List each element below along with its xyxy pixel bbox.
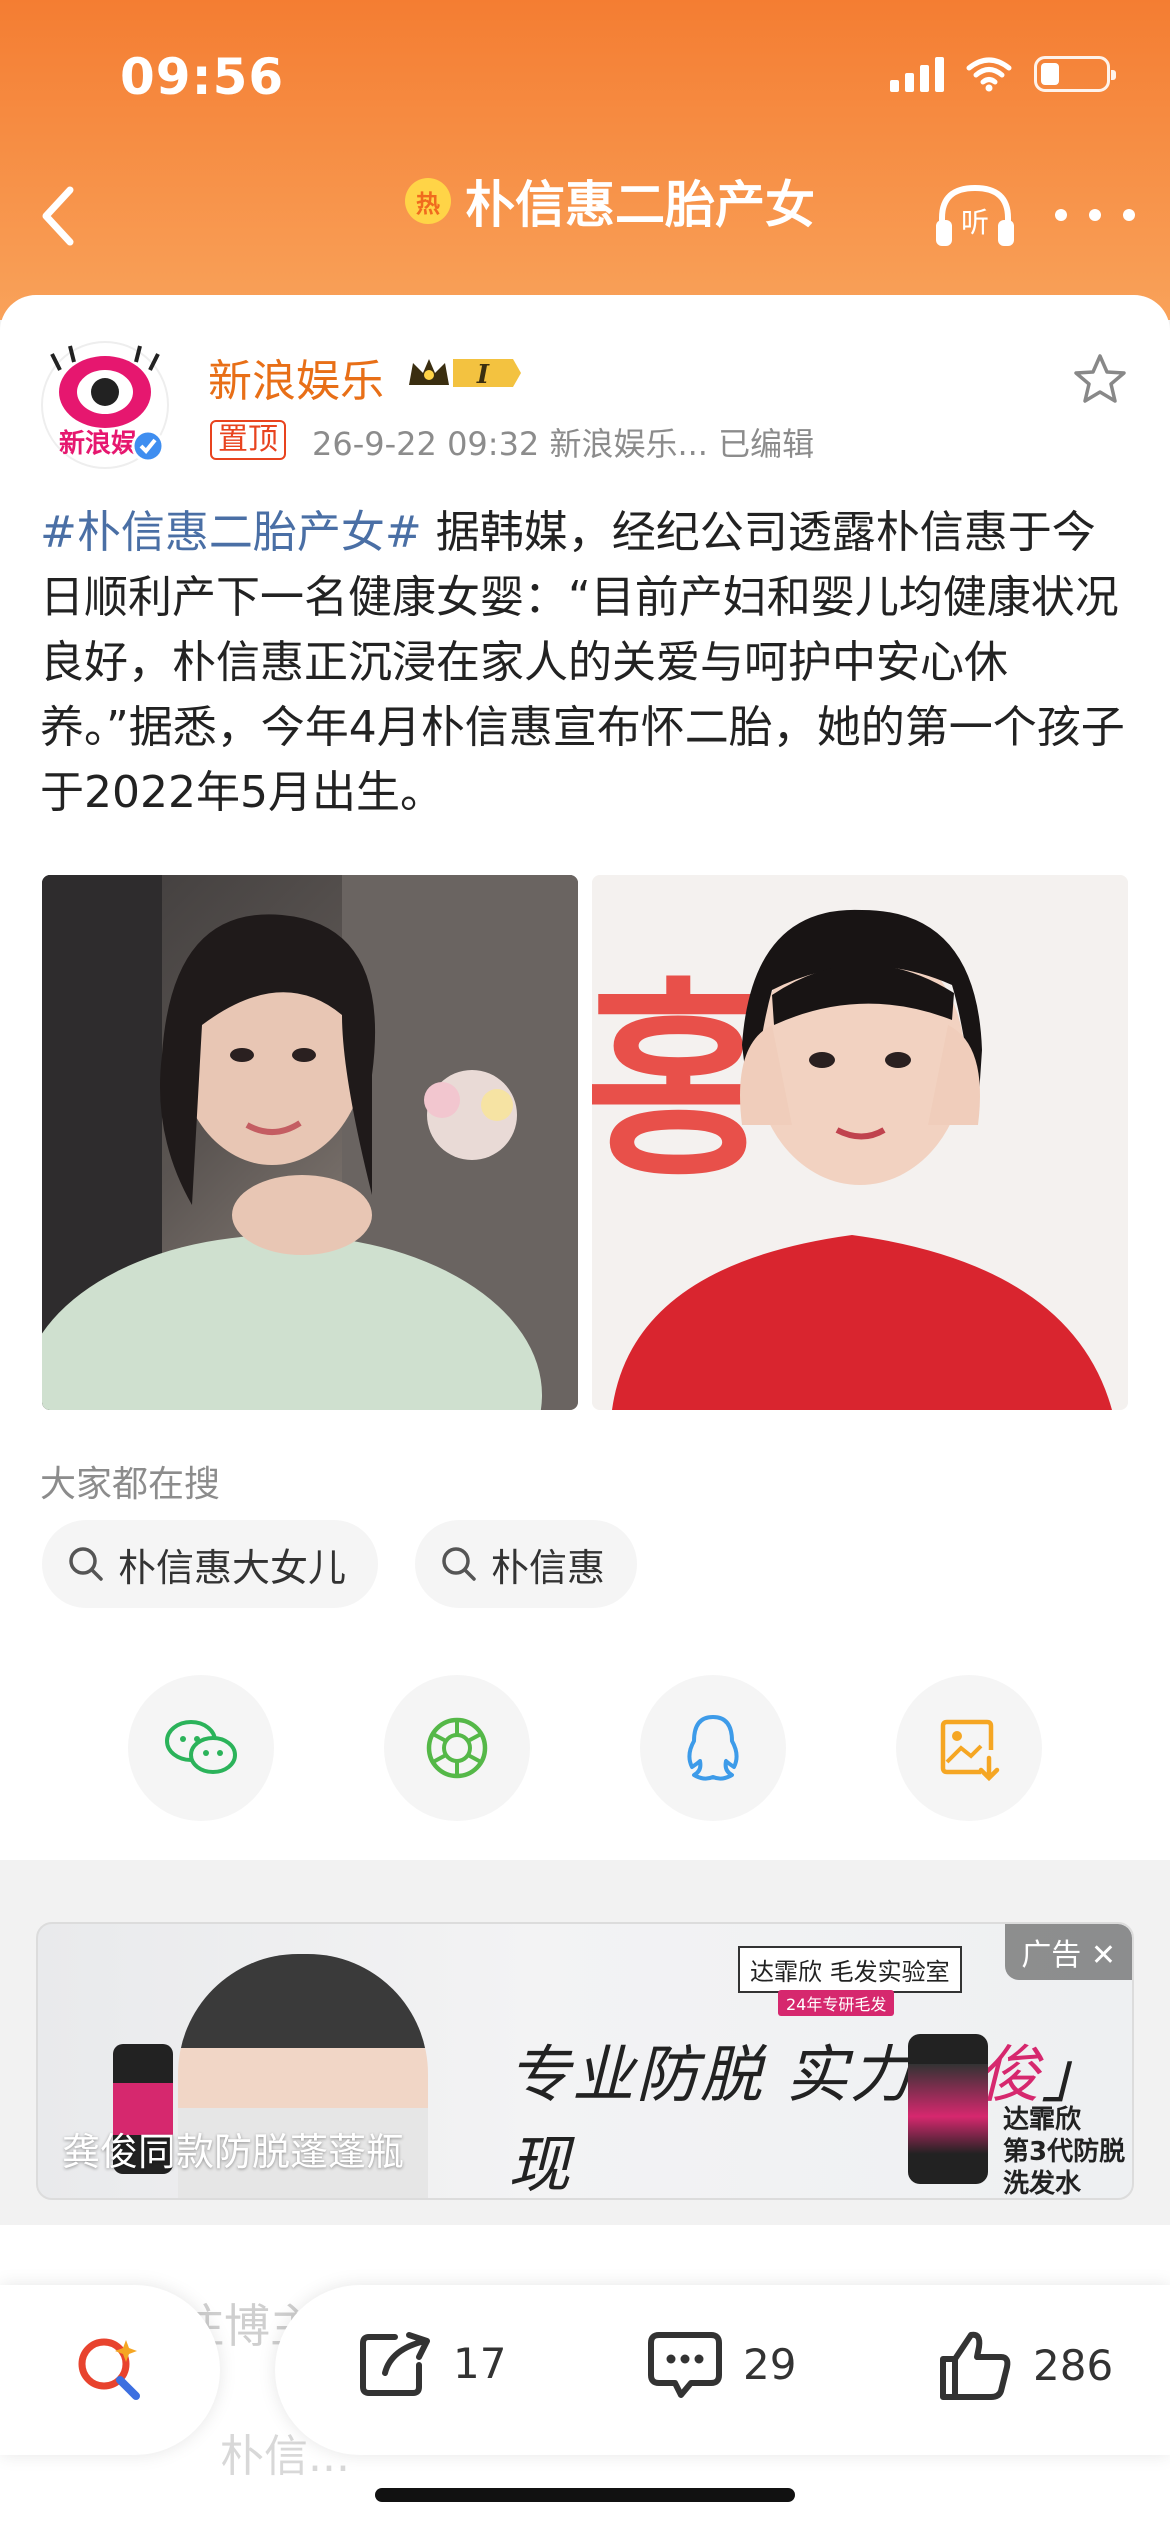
post-photo-2[interactable]: 홍 xyxy=(592,875,1128,1410)
battery-icon xyxy=(1034,56,1116,92)
avatar-text: 新浪娱 xyxy=(59,428,138,459)
comment-button[interactable]: 29 xyxy=(645,2327,796,2401)
thumbs-up-icon xyxy=(940,2331,1011,2400)
photo-2-illustration: 홍 xyxy=(592,875,1128,1410)
share-wechat-button[interactable] xyxy=(128,1675,274,1821)
repost-button[interactable]: 17 xyxy=(355,2327,506,2399)
level-badge-text: I xyxy=(476,360,490,390)
avatar[interactable]: 新浪娱 xyxy=(40,340,170,470)
search-chip-label: 朴信惠 xyxy=(491,1545,606,1590)
search-sparkle-icon xyxy=(78,2338,140,2400)
search-chip[interactable]: 朴信惠 xyxy=(415,1520,638,1608)
hot-badge-icon: 热 xyxy=(405,178,451,224)
ad-product-bottle xyxy=(908,2034,988,2184)
home-indicator xyxy=(375,2488,795,2502)
signal-icon xyxy=(890,56,944,92)
header: 09:56 热 朴信惠二胎产女 听 xyxy=(0,0,1170,320)
qq-icon xyxy=(687,1715,739,1781)
save-image-icon xyxy=(940,1719,1000,1782)
wechat-icon xyxy=(165,1720,237,1774)
post-card: 新浪娱 新浪娱乐 I 置顶 26-9-22 09:32 新浪娱乐... 已编辑 … xyxy=(0,295,1170,1860)
search-section-title: 大家都在搜 xyxy=(40,1464,221,1505)
author-name[interactable]: 新浪娱乐 xyxy=(208,345,384,409)
ad-brand-sub: 24年专研毛发 xyxy=(778,1990,895,2016)
headphones-icon: 听 xyxy=(936,184,1014,246)
pinned-tag: 置顶 xyxy=(210,420,286,460)
photo-1-illustration xyxy=(42,875,578,1410)
search-chip-label: 朴信惠大女儿 xyxy=(118,1545,347,1590)
search-icon xyxy=(69,1547,103,1581)
ad-product-name: 达霏欣 第3代防脱洗发水 xyxy=(1003,2105,1126,2199)
action-pill: 17 29 286 xyxy=(275,2285,1170,2455)
ad-brand-label: 达霏欣 毛发实验室 xyxy=(738,1946,962,1993)
share-moments-button[interactable] xyxy=(384,1675,530,1821)
nav-title-group: 热 朴信惠二胎产女 xyxy=(405,165,815,237)
listen-button[interactable]: 听 xyxy=(930,180,1020,250)
chevron-left-icon xyxy=(42,186,74,246)
favorite-star-icon[interactable] xyxy=(1070,350,1130,410)
avatar-eye-logo: 新浪娱 xyxy=(41,341,169,469)
wifi-icon xyxy=(966,57,1012,92)
like-count: 286 xyxy=(1033,2340,1114,2390)
post-photo-1[interactable] xyxy=(42,875,578,1410)
crown-level-icon: I xyxy=(409,359,521,390)
ad-tag[interactable]: 广告 ✕ xyxy=(1005,1924,1132,1980)
search-chip[interactable]: 朴信惠大女儿 xyxy=(42,1520,379,1608)
comment-icon xyxy=(648,2332,722,2398)
status-time: 09:56 xyxy=(120,48,285,106)
search-icon xyxy=(442,1547,476,1581)
ad-caption: 龚俊同款防脱蓬蓬瓶 xyxy=(62,2130,405,2174)
listen-label: 听 xyxy=(961,206,989,239)
share-qq-button[interactable] xyxy=(640,1675,786,1821)
repost-icon xyxy=(360,2332,430,2396)
moments-icon xyxy=(426,1717,488,1779)
back-button[interactable] xyxy=(30,180,90,250)
page-title: 朴信惠二胎产女 xyxy=(465,176,815,234)
like-button[interactable]: 286 xyxy=(935,2327,1113,2403)
more-button[interactable] xyxy=(1055,190,1135,240)
close-icon[interactable]: ✕ xyxy=(1091,1938,1116,1973)
post-meta: 26-9-22 09:32 新浪娱乐... 已编辑 xyxy=(312,425,815,463)
repost-count: 17 xyxy=(453,2338,507,2388)
bottom-action-bar: 17 29 286 xyxy=(0,2285,1170,2465)
ad-banner[interactable]: 达霏欣 毛发实验室 24年专研毛发 专业防脱 实力「俊」现 达霏欣 第3代防脱洗发… xyxy=(36,1922,1134,2200)
comment-count: 29 xyxy=(743,2339,797,2389)
save-image-button[interactable] xyxy=(896,1675,1042,1821)
search-fab[interactable] xyxy=(0,2285,220,2455)
status-icons xyxy=(890,56,1116,92)
post-hashtag[interactable]: #朴信惠二胎产女# xyxy=(40,507,422,558)
post-body: #朴信惠二胎产女# 据韩媒，经纪公司透露朴信惠于今日顺利产下一名健康女婴：“目前… xyxy=(40,500,1130,825)
